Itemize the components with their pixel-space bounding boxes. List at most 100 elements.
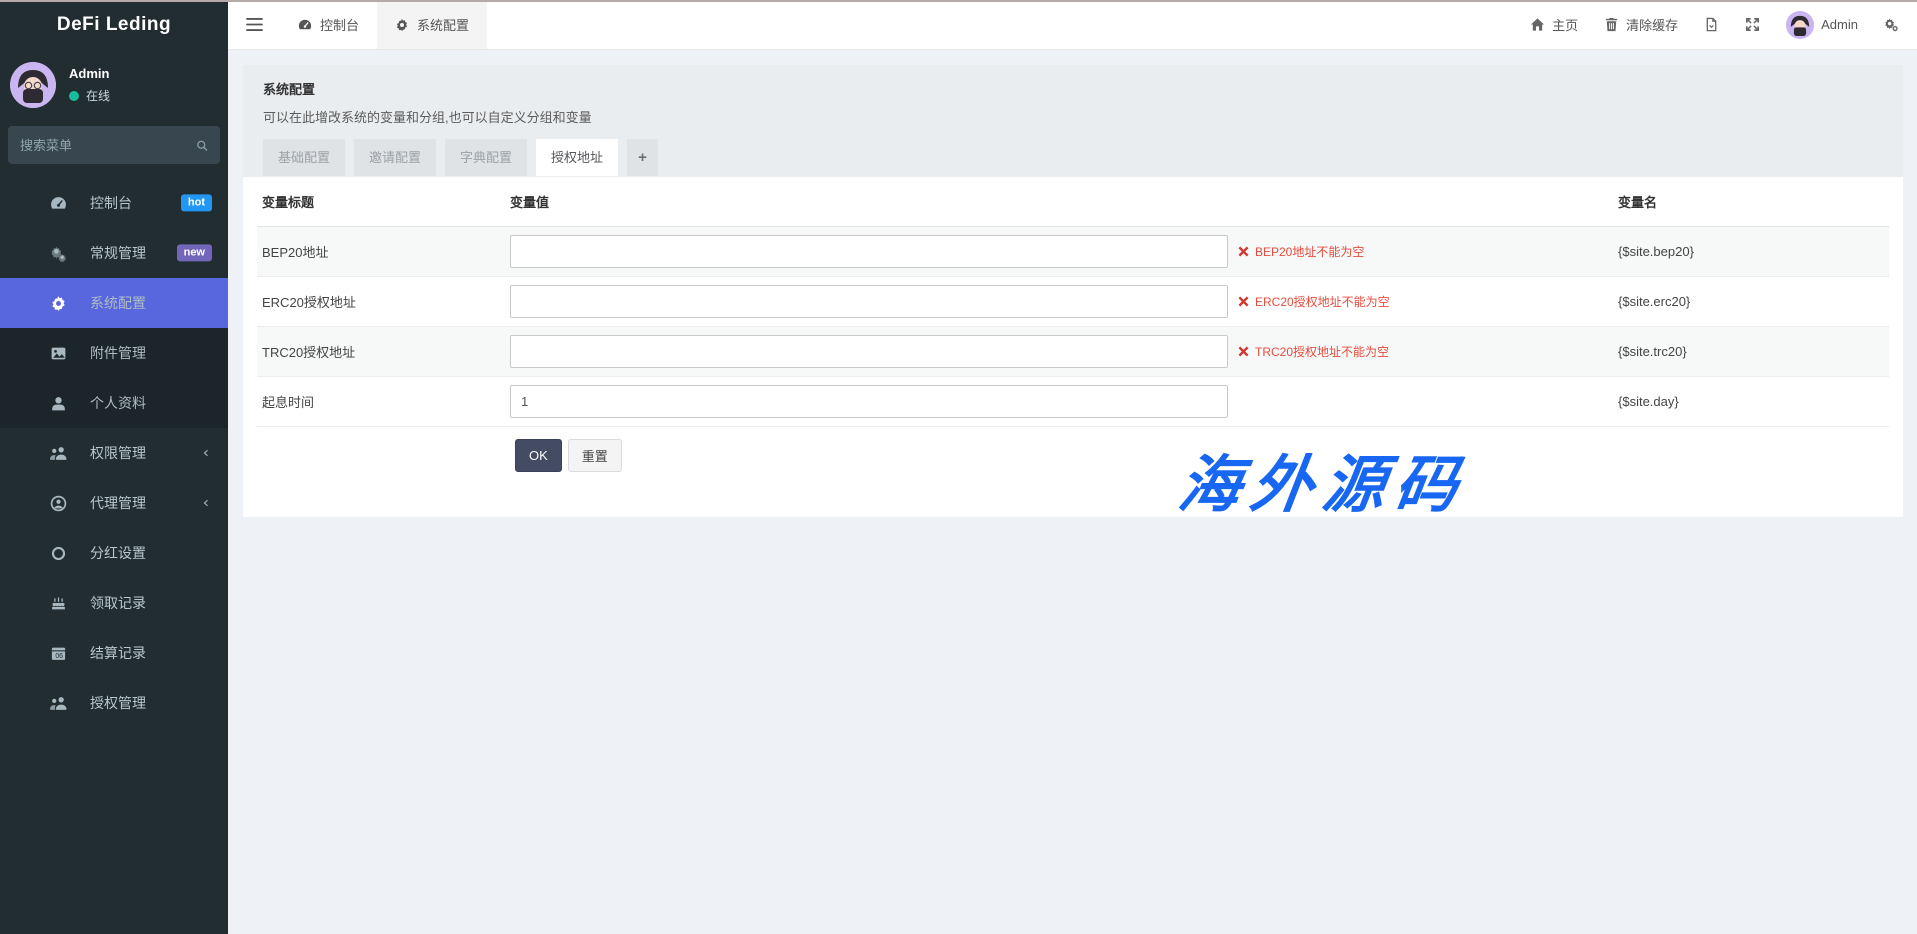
home-label: 主页 [1552, 15, 1578, 34]
sidebar-item-general[interactable]: 常规管理 new [0, 228, 228, 278]
hot-badge: hot [181, 194, 212, 211]
sidebar-item-settle-records[interactable]: 06 结算记录 [0, 628, 228, 678]
sidebar-item-permissions[interactable]: 权限管理 [0, 428, 228, 478]
file-icon [1704, 17, 1719, 32]
interest-start-input[interactable] [510, 385, 1228, 418]
panel-heading: 系统配置 可以在此增改系统的变量和分组,也可以自定义分组和变量 基础配置 邀请配… [243, 65, 1903, 177]
gear-icon [395, 18, 409, 32]
sidebar-item-claim-records[interactable]: 领取记录 [0, 578, 228, 628]
chevron-left-icon [201, 448, 211, 458]
clear-cache-label: 清除缓存 [1626, 15, 1678, 34]
bep20-address-input[interactable] [510, 235, 1228, 268]
sidebar-item-label: 权限管理 [90, 443, 146, 463]
menu-search-input[interactable] [20, 138, 196, 153]
brand-logo: DeFi Leding [0, 0, 228, 50]
hamburger-menu-icon[interactable] [228, 0, 280, 49]
var-name: {$site.trc20} [1618, 344, 1889, 359]
config-tabs: 基础配置 邀请配置 字典配置 授权地址 + [263, 139, 1883, 176]
sidebar-item-label: 授权管理 [90, 693, 146, 713]
user-circle-icon [50, 495, 67, 512]
sidebar-item-label: 结算记录 [90, 643, 146, 663]
home-icon [1530, 17, 1545, 32]
sidebar-item-agents[interactable]: 代理管理 [0, 478, 228, 528]
erc20-address-input[interactable] [510, 285, 1228, 318]
form-actions: OK 重置 [510, 439, 1889, 472]
online-status-dot [69, 91, 79, 101]
ok-button[interactable]: OK [515, 439, 562, 472]
user-panel: Admin 在线 [0, 50, 228, 118]
gears-icon [50, 245, 67, 262]
var-title: BEP20地址 [257, 242, 510, 261]
error-x-icon [1238, 296, 1249, 307]
clear-cache-button[interactable]: 清除缓存 [1604, 15, 1678, 34]
avatar [10, 62, 56, 108]
sidebar-item-label: 系统配置 [90, 293, 146, 313]
tab-invite-config[interactable]: 邀请配置 [354, 139, 436, 176]
user-menu[interactable]: Admin [1786, 11, 1858, 39]
table-row: BEP20地址 BEP20地址不能为空 {$site.bep20} [257, 227, 1889, 277]
users-icon [50, 695, 67, 712]
reset-button[interactable]: 重置 [568, 439, 622, 472]
gear-icon [50, 295, 67, 312]
circle-icon [50, 545, 67, 562]
topbar: 控制台 系统配置 主页 清除缓存 [228, 0, 1917, 50]
sidebar-menu: 控制台 hot 常规管理 new 系统配置 附件管理 [0, 178, 228, 728]
col-header-value: 变量值 [510, 192, 1618, 211]
dashboard-icon [298, 18, 312, 32]
tab-auth-address[interactable]: 授权地址 [536, 139, 618, 176]
panel-body: 变量标题 变量值 变量名 BEP20地址 BEP20地址不能为空 {$site.… [243, 177, 1903, 472]
avatar-image [10, 62, 56, 108]
sidebar-item-dividend[interactable]: 分红设置 [0, 528, 228, 578]
general-submenu: 系统配置 附件管理 个人资料 [0, 278, 228, 428]
window-top-strip [0, 0, 1917, 2]
sidebar-item-attachments[interactable]: 附件管理 [0, 328, 228, 378]
sidebar-item-label: 个人资料 [90, 393, 146, 413]
config-rows: BEP20地址 BEP20地址不能为空 {$site.bep20} ERC20授… [257, 227, 1889, 427]
sidebar-item-profile[interactable]: 个人资料 [0, 378, 228, 428]
var-title: TRC20授权地址 [257, 342, 510, 361]
expand-icon [1745, 17, 1760, 32]
gears-icon [1884, 17, 1899, 32]
sidebar: DeFi Leding Admin 在线 [0, 0, 228, 934]
validation-error: TRC20授权地址不能为空 [1255, 343, 1389, 360]
sidebar-item-label: 分红设置 [90, 543, 146, 563]
dashboard-icon [50, 195, 67, 212]
topbar-tab-dashboard[interactable]: 控制台 [280, 0, 377, 49]
table-header-row: 变量标题 变量值 变量名 [257, 177, 1889, 227]
trc20-address-input[interactable] [510, 335, 1228, 368]
col-header-name: 变量名 [1618, 192, 1889, 211]
topbar-tab-system-config[interactable]: 系统配置 [377, 0, 487, 49]
var-name: {$site.day} [1618, 394, 1889, 409]
calendar-icon: 06 [50, 645, 67, 662]
sidebar-item-system-config[interactable]: 系统配置 [0, 278, 228, 328]
col-header-title: 变量标题 [257, 192, 510, 211]
topbar-tab-label: 控制台 [320, 15, 359, 34]
var-name: {$site.bep20} [1618, 244, 1889, 259]
menu-search-box[interactable] [8, 126, 220, 164]
chevron-left-icon [201, 498, 211, 508]
sidebar-item-label: 常规管理 [90, 243, 146, 263]
home-button[interactable]: 主页 [1530, 15, 1578, 34]
sidebar-item-label: 控制台 [90, 193, 132, 213]
fullscreen-button[interactable] [1745, 17, 1760, 32]
validation-error: ERC20授权地址不能为空 [1255, 293, 1390, 310]
table-row: ERC20授权地址 ERC20授权地址不能为空 {$site.erc20} [257, 277, 1889, 327]
settings-button[interactable] [1884, 17, 1899, 32]
users-icon [50, 445, 67, 462]
error-x-icon [1238, 346, 1249, 357]
page-title: 系统配置 [263, 79, 1883, 98]
trash-icon [1604, 17, 1619, 32]
sidebar-item-dashboard[interactable]: 控制台 hot [0, 178, 228, 228]
tab-basic-config[interactable]: 基础配置 [263, 139, 345, 176]
table-row: TRC20授权地址 TRC20授权地址不能为空 {$site.trc20} [257, 327, 1889, 377]
page-subtitle: 可以在此增改系统的变量和分组,也可以自定义分组和变量 [263, 107, 1883, 126]
search-icon [196, 138, 208, 153]
tab-dict-config[interactable]: 字典配置 [445, 139, 527, 176]
check-update-button[interactable] [1704, 17, 1719, 32]
sidebar-item-auth-manage[interactable]: 授权管理 [0, 678, 228, 728]
var-title: 起息时间 [257, 392, 510, 411]
avatar [1786, 11, 1814, 39]
var-title: ERC20授权地址 [257, 292, 510, 311]
add-tab-button[interactable]: + [627, 139, 658, 176]
cake-icon [50, 595, 67, 612]
